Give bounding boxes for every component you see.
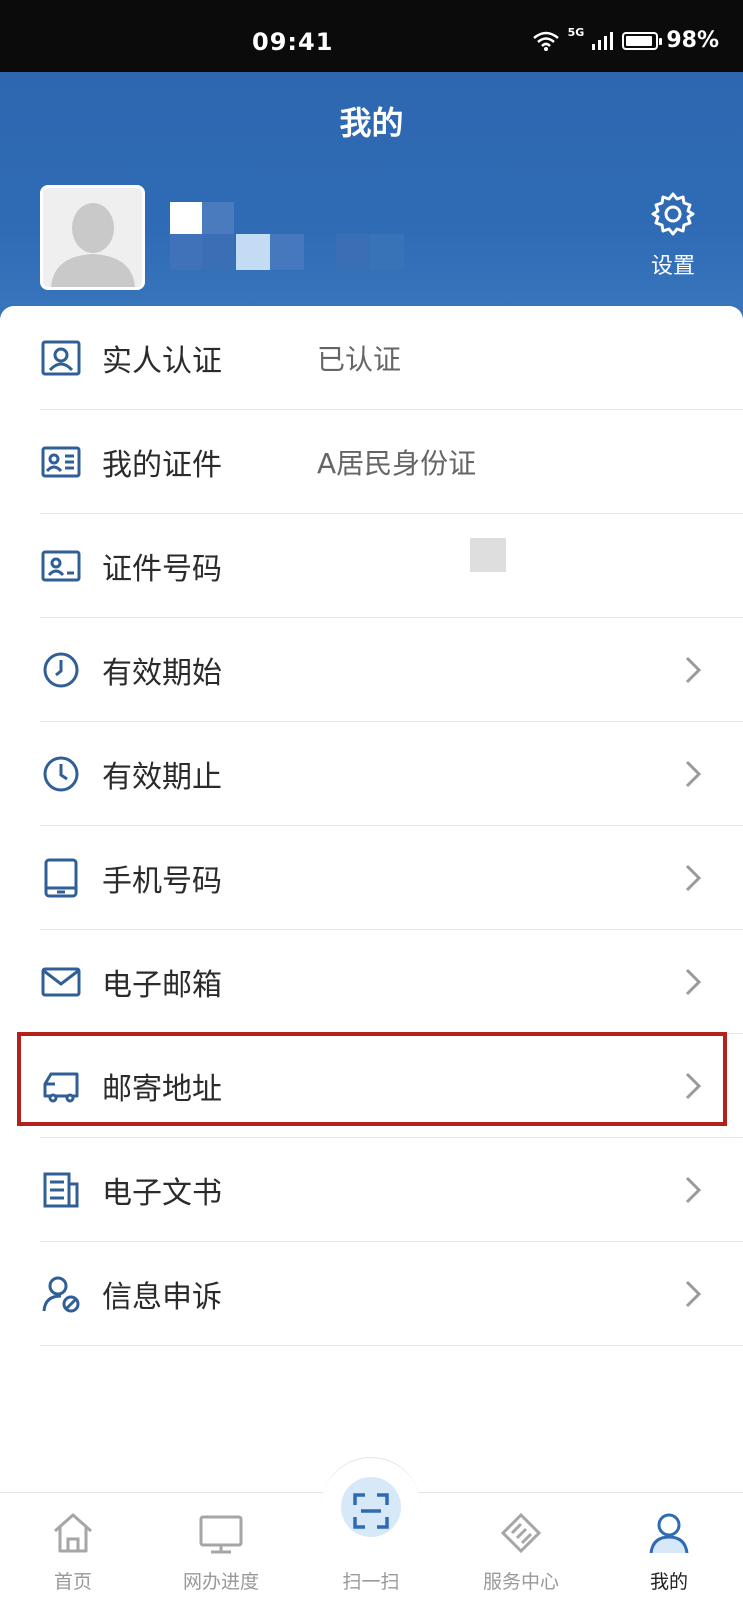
status-indicators: 5G 98%	[532, 26, 719, 53]
menu-item-info-appeal[interactable]: 信息申诉	[40, 1242, 743, 1346]
clock-end-icon	[40, 753, 82, 795]
tab-service-center[interactable]: 服务中心	[451, 1493, 591, 1600]
chevron-right-icon	[685, 1176, 702, 1204]
home-icon	[54, 1513, 92, 1553]
menu-item-label: 手机号码	[102, 863, 222, 899]
menu-item-label: 我的证件	[102, 447, 222, 483]
tab-label: 我的	[649, 1571, 688, 1593]
menu-item-label: 电子邮箱	[102, 967, 222, 1003]
settings-button[interactable]: 设置	[643, 190, 703, 280]
id-number-icon	[40, 545, 82, 587]
scan-icon	[353, 1493, 389, 1529]
menu-item-email[interactable]: 电子邮箱	[40, 930, 743, 1034]
menu-item-valid-until[interactable]: 有效期止	[40, 722, 743, 826]
battery-icon	[622, 31, 663, 50]
tab-progress[interactable]: 网办进度	[151, 1493, 291, 1600]
chevron-right-icon	[685, 1280, 702, 1308]
mail-icon	[40, 961, 82, 1003]
network-type: 5G	[567, 26, 585, 39]
tab-label: 扫一扫	[342, 1571, 400, 1593]
default-avatar-icon	[43, 188, 142, 287]
menu-item-my-certificate[interactable]: 我的证件 A居民身份证	[40, 410, 743, 514]
phone-icon	[40, 857, 82, 899]
menu-item-real-person-auth[interactable]: 实人认证 已认证	[40, 306, 743, 410]
status-bar: 09:41 5G 98%	[0, 0, 743, 72]
profile-header: 我的 设置	[0, 72, 743, 322]
monitor-icon	[199, 1515, 243, 1554]
id-card-icon	[40, 441, 82, 483]
chevron-right-icon	[685, 760, 702, 788]
menu-item-e-documents[interactable]: 电子文书	[40, 1138, 743, 1242]
bottom-tab-bar: 首页 网办进度 扫一扫 服务中心 我的	[0, 1457, 743, 1600]
menu-item-value: A居民身份证	[317, 446, 477, 480]
profile-icon	[649, 1513, 689, 1554]
user-appeal-icon	[40, 1273, 82, 1315]
menu-item-label: 证件号码	[102, 551, 222, 587]
chevron-right-icon	[685, 864, 702, 892]
menu-item-label: 电子文书	[102, 1175, 222, 1211]
redacted-username	[170, 202, 450, 282]
menu-item-label: 有效期始	[102, 655, 222, 691]
highlight-annotation	[17, 1032, 727, 1126]
menu-item-label: 有效期止	[102, 759, 222, 795]
redacted-id-number	[470, 538, 506, 572]
tab-mine[interactable]: 我的	[599, 1493, 739, 1600]
menu-item-value: 已认证	[317, 342, 402, 376]
gear-icon	[651, 192, 695, 236]
chevron-right-icon	[685, 656, 702, 684]
tab-scan[interactable]: 扫一扫	[301, 1493, 441, 1600]
menu-item-label: 信息申诉	[102, 1279, 222, 1315]
person-id-icon	[40, 337, 82, 379]
avatar[interactable]	[40, 185, 145, 290]
wifi-icon	[532, 31, 559, 51]
clock-start-icon	[40, 649, 82, 691]
battery-level: 98%	[666, 28, 719, 53]
chevron-right-icon	[685, 968, 702, 996]
document-icon	[40, 1169, 82, 1211]
menu-item-phone-number[interactable]: 手机号码	[40, 826, 743, 930]
tab-home[interactable]: 首页	[3, 1493, 143, 1600]
settings-label: 设置	[650, 254, 695, 279]
page-title: 我的	[339, 104, 404, 142]
tab-label: 服务中心	[482, 1571, 559, 1593]
menu-item-valid-from[interactable]: 有效期始	[40, 618, 743, 722]
status-time: 09:41	[252, 28, 334, 56]
menu-item-certificate-number[interactable]: 证件号码	[40, 514, 743, 618]
tab-label: 首页	[53, 1571, 92, 1593]
menu-item-label: 实人认证	[102, 343, 222, 379]
service-icon	[500, 1512, 542, 1554]
signal-icon	[592, 31, 614, 50]
tab-label: 网办进度	[182, 1571, 259, 1593]
